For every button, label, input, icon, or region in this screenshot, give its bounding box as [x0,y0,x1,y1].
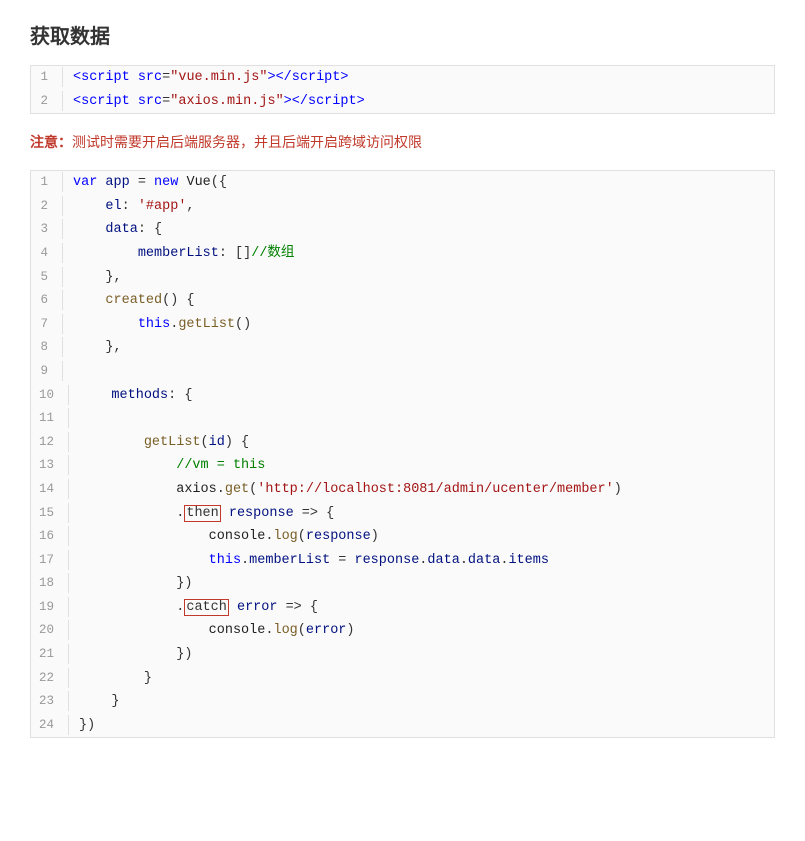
code-content: created() { [73,290,195,312]
line-number: 5 [31,267,63,287]
code-content: <script src="axios.min.js"></script> [73,91,365,113]
code-content: }, [73,267,122,289]
code-line: 21 }) [31,643,774,667]
code-content: } [79,668,152,690]
line-number: 1 [31,172,63,192]
code-line: 24 }) [31,714,774,738]
note-text: 注意：测试时需要开启后端服务器，并且后端开启跨域访问权限 [30,132,775,152]
code-line: 5 }, [31,266,774,290]
code-line: 8 }, [31,336,774,360]
line-number: 19 [31,597,69,617]
code-content: }, [73,337,122,359]
code-line: 23 } [31,690,774,714]
line-number: 15 [31,503,69,523]
line-number: 7 [31,314,63,334]
code-line: 13 //vm = this [31,454,774,478]
code-line: 9 [31,360,774,384]
code-content: this.getList() [73,314,251,336]
line-number: 17 [31,550,69,570]
code-content: <script src="vue.min.js"></script> [73,67,348,89]
line-number: 24 [31,715,69,735]
line-number: 22 [31,668,69,688]
line-number: 21 [31,644,69,664]
code-line: 2 <script src="axios.min.js"></script> [31,90,774,114]
line-number: 6 [31,290,63,310]
code-block-2: 1 var app = new Vue({ 2 el: '#app', 3 da… [30,170,775,738]
code-content: data: { [73,219,162,241]
line-number: 2 [31,91,63,111]
line-number: 11 [31,408,69,428]
code-line: 1 var app = new Vue({ [31,171,774,195]
code-content: } [79,691,120,713]
line-number: 13 [31,455,69,475]
code-content: el: '#app', [73,196,195,218]
code-line: 2 el: '#app', [31,195,774,219]
code-content [73,361,81,383]
code-line: 20 console.log(error) [31,619,774,643]
code-content: memberList: []//数组 [73,243,294,265]
code-content: console.log(error) [79,620,355,642]
line-number: 18 [31,573,69,593]
then-highlight: then [184,505,220,522]
page-title: 获取数据 [30,20,775,49]
code-line: 17 this.memberList = response.data.data.… [31,549,774,573]
note-label: 注意： [30,134,72,150]
line-number: 10 [31,385,69,405]
code-line: 12 getList(id) { [31,431,774,455]
line-number: 9 [31,361,63,381]
code-line: 3 data: { [31,218,774,242]
code-content: methods: { [79,385,192,407]
catch-highlight: catch [184,599,229,616]
note-body: 测试时需要开启后端服务器，并且后端开启跨域访问权限 [72,134,422,150]
line-number: 12 [31,432,69,452]
code-line: 4 memberList: []//数组 [31,242,774,266]
code-line: 6 created() { [31,289,774,313]
code-content: .then response => { [79,503,334,525]
code-line: 22 } [31,667,774,691]
code-line: 7 this.getList() [31,313,774,337]
code-content [79,408,87,430]
line-number: 8 [31,337,63,357]
code-block-1: 1 <script src="vue.min.js"></script> 2 <… [30,65,775,114]
code-content: console.log(response) [79,526,379,548]
code-content: .catch error => { [79,597,318,619]
code-content: }) [79,573,192,595]
line-number: 4 [31,243,63,263]
line-number: 16 [31,526,69,546]
code-content: axios.get('http://localhost:8081/admin/u… [79,479,622,501]
code-content: var app = new Vue({ [73,172,227,194]
code-line: 11 [31,407,774,431]
line-number: 20 [31,620,69,640]
code-line: 1 <script src="vue.min.js"></script> [31,66,774,90]
code-line: 19 .catch error => { [31,596,774,620]
line-number: 1 [31,67,63,87]
code-content: getList(id) { [79,432,249,454]
line-number: 14 [31,479,69,499]
code-line: 18 }) [31,572,774,596]
code-line: 15 .then response => { [31,502,774,526]
line-number: 23 [31,691,69,711]
code-content: }) [79,644,192,666]
code-line: 14 axios.get('http://localhost:8081/admi… [31,478,774,502]
code-line: 16 console.log(response) [31,525,774,549]
line-number: 2 [31,196,63,216]
code-content: this.memberList = response.data.data.ite… [79,550,549,572]
code-content: }) [79,715,95,737]
line-number: 3 [31,219,63,239]
code-line: 10 methods: { [31,384,774,408]
code-content: //vm = this [79,455,265,477]
